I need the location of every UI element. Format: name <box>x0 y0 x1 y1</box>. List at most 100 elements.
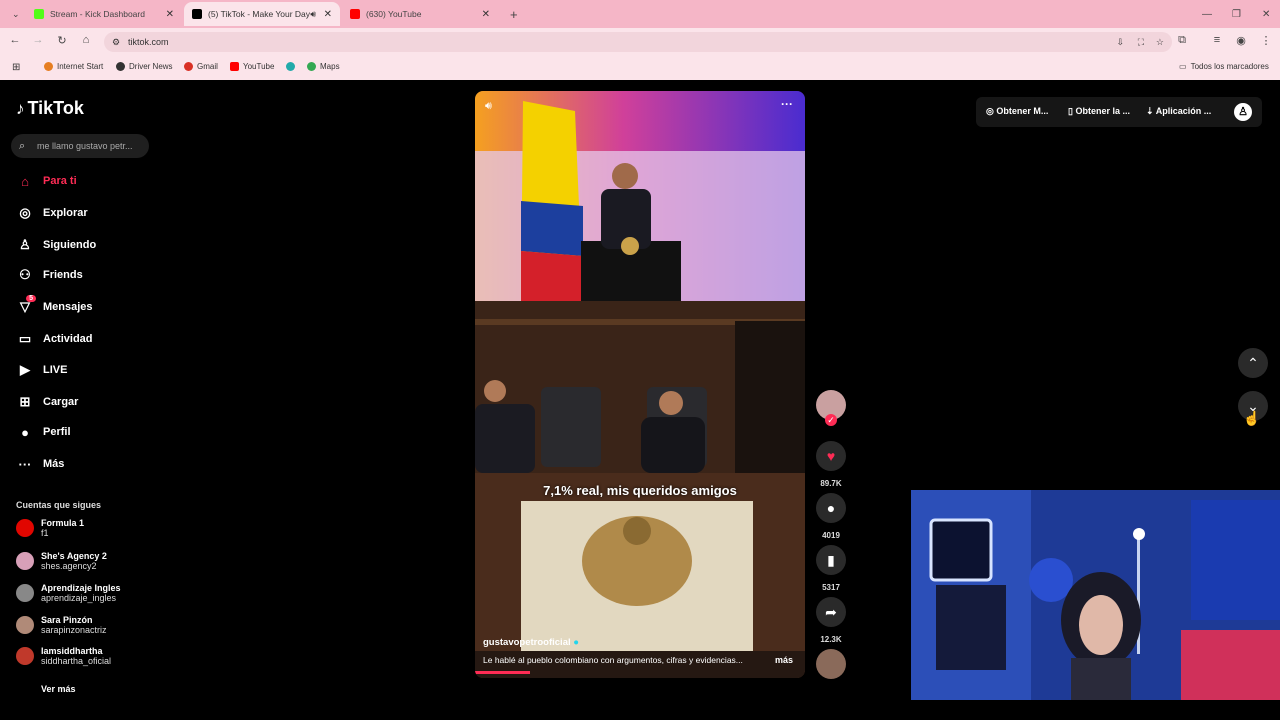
webcam-frame <box>911 490 1280 700</box>
followed-account[interactable]: She's Agency 2 shes.agency2 <box>16 551 107 571</box>
comment-icon: ● <box>816 493 846 523</box>
account-handle: sarapinzonactriz <box>41 625 107 635</box>
avatar <box>16 616 34 634</box>
save-button[interactable]: ▮ 5317 <box>816 545 846 592</box>
followed-account[interactable]: Iamsiddhartha siddhartha_oficial <box>16 646 111 666</box>
bookmark-gmail[interactable]: Gmail <box>184 62 218 71</box>
previous-video-button[interactable]: ⌃ <box>1238 348 1268 378</box>
avatar <box>16 552 34 570</box>
followed-account[interactable]: Formula 1 f1 <box>16 518 84 538</box>
home-button[interactable]: ⌂ <box>78 34 94 46</box>
heart-icon: ♥ <box>816 441 846 471</box>
address-bar[interactable]: ⚙ tiktok.com ⇩ ⛶ ☆ <box>104 32 1172 52</box>
sidebar-item-mensajes[interactable]: ▽ 5 Mensajes <box>16 295 93 316</box>
bookmark-unnamed[interactable] <box>286 62 299 71</box>
chevron-up-icon: ⌃ <box>1247 354 1259 371</box>
tab-search-button[interactable]: ⌄ <box>4 2 28 26</box>
sidebar-item-label: Friends <box>43 269 83 281</box>
followed-account[interactable]: Aprendizaje Ingles aprendizaje_ingles <box>16 583 121 603</box>
bookmark-youtube[interactable]: YouTube <box>230 62 274 71</box>
home-icon: ⌂ <box>21 173 29 189</box>
more-icon: ··· <box>18 456 32 472</box>
tab-title: Stream - Kick Dashboard <box>50 9 145 19</box>
install-icon[interactable]: ⇩ <box>1116 37 1124 48</box>
sidebar-item-label: Actividad <box>43 333 93 345</box>
share-icon: ➦ <box>816 597 846 627</box>
see-more-link[interactable]: Ver más <box>41 684 76 692</box>
music-disc[interactable] <box>816 649 846 679</box>
followed-account[interactable]: Sara Pinzón sarapinzonactriz <box>16 615 107 635</box>
music-disc-icon <box>816 649 846 679</box>
translate-icon[interactable]: ⛶ <box>1138 37 1144 48</box>
menu-icon[interactable]: ⋮ <box>1258 34 1274 47</box>
close-icon[interactable]: ✕ <box>166 9 174 20</box>
search-input[interactable]: ⌕ me llamo gustavo petr... <box>11 134 149 158</box>
browser-tab-youtube[interactable]: (630) YouTube ✕ <box>342 2 498 26</box>
media-icon[interactable]: ≡ <box>1209 34 1225 46</box>
apps-icon[interactable]: ⊞ <box>12 62 20 73</box>
tab-title: (5) TikTok - Make Your Day <box>208 9 311 19</box>
activity-icon: ▭ <box>18 331 32 346</box>
compass-icon: ◎ <box>19 205 31 220</box>
sidebar-item-actividad[interactable]: ▭ Actividad <box>16 330 93 348</box>
sidebar-item-más[interactable]: ··· Más <box>16 455 65 473</box>
maximize-button[interactable]: ❐ <box>1224 2 1249 26</box>
sidebar-item-live[interactable]: ▶ LIVE <box>16 361 67 379</box>
save-count: 5317 <box>822 583 840 592</box>
comment-button[interactable]: ● 4019 <box>816 493 846 540</box>
avatar <box>16 519 34 537</box>
account-handle: aprendizaje_ingles <box>41 593 117 603</box>
bookmark-star-icon[interactable]: ☆ <box>1156 37 1164 48</box>
minimize-button[interactable]: — <box>1194 2 1220 26</box>
speaker-icon[interactable]: 🔊︎ <box>310 9 316 20</box>
browser-tab-kick[interactable]: Stream - Kick Dashboard ✕ <box>26 2 182 26</box>
video-player[interactable]: 🔊︎ ··· 7,1% real, mis queridos amigos gu… <box>475 91 805 678</box>
video-more-link[interactable]: más <box>775 655 793 665</box>
desktop-app-button[interactable]: ⇣ Aplicación ... <box>1146 106 1211 117</box>
video-username[interactable]: gustavopetrooficial ● <box>483 637 579 648</box>
get-coins-button[interactable]: ◎ Obtener M... <box>986 106 1048 117</box>
profile-avatar[interactable]: ◉ <box>1233 34 1249 47</box>
new-tab-button[interactable]: + <box>502 2 526 26</box>
browser-tab-tiktok[interactable]: (5) TikTok - Make Your Day 🔊︎ ✕ <box>184 2 340 26</box>
site-info-icon[interactable]: ⚙ <box>112 37 120 48</box>
tiktok-logo[interactable]: ♪ TikTok <box>16 98 84 119</box>
extensions-icon[interactable]: ⧉ <box>1174 34 1190 47</box>
sidebar-item-friends[interactable]: ⚇ Friends <box>16 266 83 284</box>
bookmark-internet-start[interactable]: Internet Start <box>44 62 103 71</box>
tiktok-note-icon: ♪ <box>16 98 25 118</box>
notification-badge: 5 <box>26 295 36 302</box>
more-options-icon[interactable]: ··· <box>781 97 793 111</box>
sidebar-item-cargar[interactable]: ⊞ Cargar <box>16 393 79 411</box>
profile-avatar[interactable]: ♙ <box>1234 103 1252 121</box>
sidebar-item-explorar[interactable]: ◎ Explorar <box>16 204 87 222</box>
volume-icon[interactable]: 🔊︎ <box>485 100 492 113</box>
sidebar-item-label: LIVE <box>43 364 68 376</box>
sidebar-item-siguiendo[interactable]: ♙ Siguiendo <box>16 236 96 254</box>
account-name: Sara Pinzón <box>41 615 93 625</box>
close-icon[interactable]: ✕ <box>482 9 490 20</box>
bookmark-driver-news[interactable]: Driver News <box>116 62 173 71</box>
coin-icon: ◎ <box>986 106 994 116</box>
top-right-bar: ◎ Obtener M... ▯ Obtener la ... ⇣ Aplica… <box>976 97 1262 127</box>
close-icon[interactable]: ✕ <box>324 9 332 20</box>
sidebar-item-para-ti[interactable]: ⌂ Para ti <box>16 172 77 190</box>
bookmark-maps[interactable]: Maps <box>307 62 340 71</box>
sidebar-item-perfil[interactable]: ● Perfil <box>16 423 70 441</box>
back-button[interactable]: ← <box>7 34 23 46</box>
video-frame <box>475 91 805 678</box>
account-name: Aprendizaje Ingles <box>41 583 121 593</box>
forward-button[interactable]: → <box>30 34 46 46</box>
all-bookmarks[interactable]: ▭ Todos los marcadores <box>1179 62 1269 71</box>
reload-button[interactable]: ↻ <box>54 34 70 47</box>
close-window-button[interactable]: ✕ <box>1254 2 1278 26</box>
get-app-button[interactable]: ▯ Obtener la ... <box>1068 106 1130 117</box>
like-count: 89.7K <box>820 479 842 488</box>
creator-avatar[interactable]: ✓ <box>816 390 846 432</box>
account-handle: f1 <box>41 528 49 538</box>
account-handle: siddhartha_oficial <box>41 656 112 666</box>
account-name: Iamsiddhartha <box>41 646 103 656</box>
follow-check-icon[interactable]: ✓ <box>825 414 837 426</box>
share-button[interactable]: ➦ 12.3K <box>816 597 846 644</box>
like-button[interactable]: ♥ 89.7K <box>816 441 846 488</box>
